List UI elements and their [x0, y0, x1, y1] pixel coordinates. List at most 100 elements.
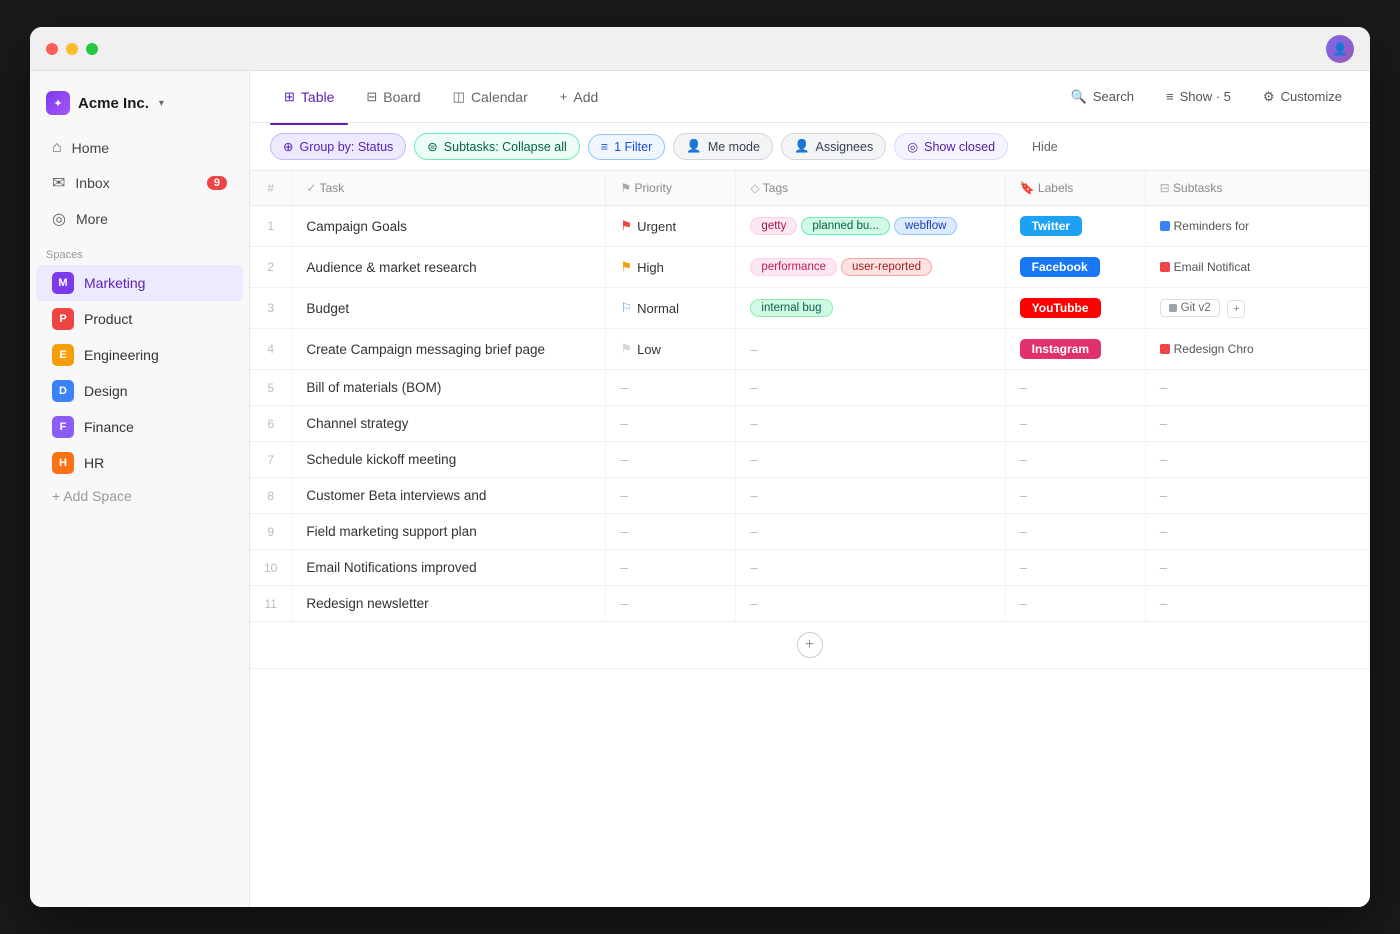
group-by-status-chip[interactable]: ⊕ Group by: Status: [270, 133, 406, 160]
tag-pill[interactable]: internal bug: [750, 299, 832, 317]
table-row[interactable]: 2Audience & market research⚑ Highperform…: [250, 247, 1370, 288]
cell-subtask[interactable]: –: [1145, 478, 1369, 514]
sidebar-item-home[interactable]: ⌂ Home: [36, 131, 243, 165]
cell-label[interactable]: –: [1005, 586, 1145, 622]
cell-tags[interactable]: –: [736, 442, 1005, 478]
cell-tags[interactable]: –: [736, 586, 1005, 622]
table-row[interactable]: 4Create Campaign messaging brief page⚑ L…: [250, 329, 1370, 370]
cell-priority[interactable]: ⚑ High: [606, 247, 736, 288]
sidebar-item-finance[interactable]: F Finance: [36, 409, 243, 445]
cell-task[interactable]: Channel strategy: [292, 406, 606, 442]
table-row[interactable]: 1Campaign Goals⚑ Urgentgettyplanned bu..…: [250, 206, 1370, 247]
add-space-button[interactable]: + Add Space: [36, 481, 243, 511]
tag-pill[interactable]: performance: [750, 258, 837, 276]
cell-priority[interactable]: –: [606, 586, 736, 622]
minimize-button[interactable]: [66, 43, 78, 55]
me-mode-chip[interactable]: 👤 Me mode: [673, 133, 773, 160]
sidebar-logo[interactable]: Acme Inc. ▾: [30, 83, 249, 131]
cell-priority[interactable]: –: [606, 550, 736, 586]
tag-pill[interactable]: planned bu...: [801, 217, 890, 235]
cell-task[interactable]: Schedule kickoff meeting: [292, 442, 606, 478]
cell-priority[interactable]: –: [606, 514, 736, 550]
cell-subtask[interactable]: –: [1145, 586, 1369, 622]
cell-tags[interactable]: performanceuser-reported: [736, 247, 1005, 288]
cell-task[interactable]: Email Notifications improved: [292, 550, 606, 586]
cell-priority[interactable]: –: [606, 406, 736, 442]
cell-subtask[interactable]: Git v2 +: [1145, 288, 1369, 329]
cell-subtask[interactable]: –: [1145, 370, 1369, 406]
cell-subtask[interactable]: –: [1145, 442, 1369, 478]
table-row[interactable]: 5Bill of materials (BOM)––––: [250, 370, 1370, 406]
cell-tags[interactable]: –: [736, 514, 1005, 550]
subtask-add-button[interactable]: +: [1227, 300, 1245, 318]
cell-label[interactable]: Instagram: [1005, 329, 1145, 370]
cell-task[interactable]: Create Campaign messaging brief page: [292, 329, 606, 370]
cell-subtask[interactable]: –: [1145, 550, 1369, 586]
cell-task[interactable]: Redesign newsletter: [292, 586, 606, 622]
cell-task[interactable]: Field marketing support plan: [292, 514, 606, 550]
table-row[interactable]: 10Email Notifications improved––––: [250, 550, 1370, 586]
cell-tags[interactable]: –: [736, 329, 1005, 370]
cell-priority[interactable]: ⚑ Low: [606, 329, 736, 370]
cell-task[interactable]: Budget: [292, 288, 606, 329]
cell-label[interactable]: YouTubbe: [1005, 288, 1145, 329]
cell-label[interactable]: –: [1005, 370, 1145, 406]
assignees-chip[interactable]: 👤 Assignees: [781, 133, 886, 160]
table-row[interactable]: 7Schedule kickoff meeting––––: [250, 442, 1370, 478]
cell-label[interactable]: –: [1005, 406, 1145, 442]
table-row[interactable]: 8Customer Beta interviews and––––: [250, 478, 1370, 514]
cell-tags[interactable]: internal bug: [736, 288, 1005, 329]
cell-label[interactable]: Twitter: [1005, 206, 1145, 247]
cell-task[interactable]: Customer Beta interviews and: [292, 478, 606, 514]
customize-button[interactable]: ⚙ Customize: [1255, 85, 1350, 109]
tab-table[interactable]: ⊞ Table: [270, 81, 348, 113]
cell-task[interactable]: Bill of materials (BOM): [292, 370, 606, 406]
maximize-button[interactable]: [86, 43, 98, 55]
tag-pill[interactable]: getty: [750, 217, 797, 235]
sidebar-item-marketing[interactable]: M Marketing: [36, 265, 243, 301]
sidebar-item-product[interactable]: P Product: [36, 301, 243, 337]
cell-label[interactable]: –: [1005, 478, 1145, 514]
avatar[interactable]: 👤: [1326, 35, 1354, 63]
sidebar-item-design[interactable]: D Design: [36, 373, 243, 409]
cell-label[interactable]: –: [1005, 550, 1145, 586]
sidebar-item-inbox[interactable]: ✉ Inbox 9: [36, 165, 243, 201]
cell-subtask[interactable]: Email Notificat: [1145, 247, 1369, 288]
search-button[interactable]: 🔍 Search: [1063, 85, 1142, 109]
cell-priority[interactable]: –: [606, 370, 736, 406]
add-task-button[interactable]: +: [797, 632, 823, 658]
close-button[interactable]: [46, 43, 58, 55]
cell-task[interactable]: Audience & market research: [292, 247, 606, 288]
table-row[interactable]: 11Redesign newsletter––––: [250, 586, 1370, 622]
cell-priority[interactable]: –: [606, 478, 736, 514]
cell-label[interactable]: –: [1005, 514, 1145, 550]
table-row[interactable]: 9Field marketing support plan––––: [250, 514, 1370, 550]
cell-label[interactable]: Facebook: [1005, 247, 1145, 288]
cell-subtask[interactable]: Reminders for: [1145, 206, 1369, 247]
table-row[interactable]: 6Channel strategy––––: [250, 406, 1370, 442]
cell-subtask[interactable]: Redesign Chro: [1145, 329, 1369, 370]
cell-tags[interactable]: –: [736, 406, 1005, 442]
tag-pill[interactable]: webflow: [894, 217, 958, 235]
cell-priority[interactable]: ⚑ Urgent: [606, 206, 736, 247]
tab-board[interactable]: ⊟ Board: [352, 81, 434, 113]
cell-subtask[interactable]: –: [1145, 514, 1369, 550]
table-row[interactable]: 3Budget⚐ Normalinternal bugYouTubbe Git …: [250, 288, 1370, 329]
cell-task[interactable]: Campaign Goals: [292, 206, 606, 247]
sidebar-item-more[interactable]: ◎ More: [36, 201, 243, 237]
show-button[interactable]: ≡ Show · 5: [1158, 85, 1239, 108]
filter-chip[interactable]: ≡ 1 Filter: [588, 134, 666, 160]
cell-tags[interactable]: –: [736, 370, 1005, 406]
cell-label[interactable]: –: [1005, 442, 1145, 478]
cell-priority[interactable]: –: [606, 442, 736, 478]
cell-priority[interactable]: ⚐ Normal: [606, 288, 736, 329]
cell-tags[interactable]: gettyplanned bu...webflow: [736, 206, 1005, 247]
cell-tags[interactable]: –: [736, 550, 1005, 586]
sidebar-item-hr[interactable]: H HR: [36, 445, 243, 481]
cell-tags[interactable]: –: [736, 478, 1005, 514]
tab-add[interactable]: + Add: [546, 81, 613, 113]
show-closed-chip[interactable]: ◎ Show closed: [894, 133, 1008, 160]
tab-calendar[interactable]: ◫ Calendar: [439, 81, 542, 113]
subtasks-collapse-chip[interactable]: ⊜ Subtasks: Collapse all: [414, 133, 579, 160]
tag-pill[interactable]: user-reported: [841, 258, 932, 276]
